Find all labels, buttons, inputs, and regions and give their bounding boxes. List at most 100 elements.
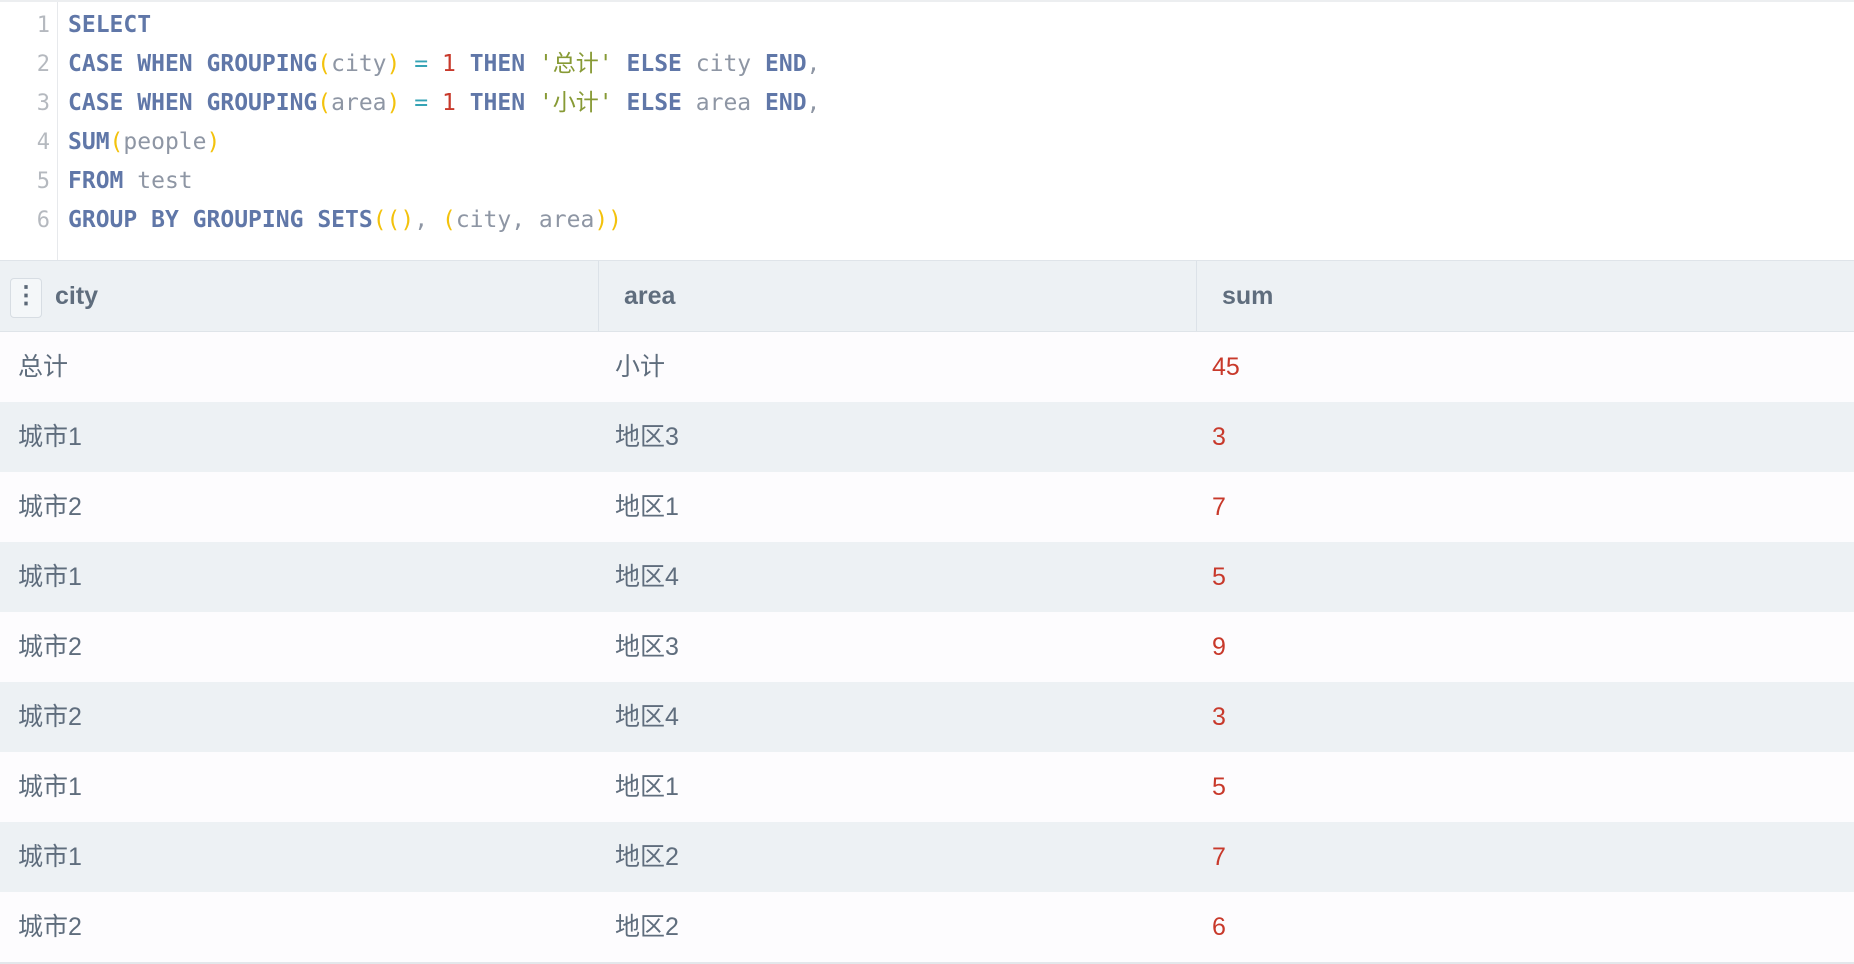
line-number-gutter: 1 2 3 4 5 6 [0,2,58,260]
code-line[interactable]: CASE WHEN GROUPING(city) = 1 THEN '总计' E… [68,45,820,84]
cell-area: 地区4 [615,703,679,731]
sql-token-punct: , [806,90,821,116]
table-row[interactable]: 城市2 地区4 3 [0,682,1854,752]
line-number: 2 [36,52,50,77]
sql-token-punct [179,207,193,233]
cell-city: 城市1 [18,563,82,591]
sql-token-punct [682,90,696,116]
sql-token-punct [525,90,539,116]
sql-token-num: 1 [441,51,456,77]
table-row[interactable]: 城市1 地区4 5 [0,542,1854,612]
sql-token-op: = [414,90,429,116]
cell-sum: 7 [1212,843,1226,871]
table-row[interactable]: 城市2 地区2 6 [0,892,1854,962]
cell-area: 地区2 [615,913,679,941]
table-row[interactable]: 城市1 地区2 7 [0,822,1854,892]
sql-token-kw: GROUPING [206,90,318,116]
sql-token-punct [123,90,137,116]
sql-token-kw: FROM [68,168,124,194]
sql-token-paren: (( [372,207,401,233]
column-divider[interactable] [1196,261,1197,331]
cell-city: 城市1 [18,423,82,451]
sql-token-kw: BY [151,207,179,233]
sql-token-punct [193,51,207,77]
cell-area: 地区4 [615,563,679,591]
table-row[interactable]: 城市1 地区3 3 [0,402,1854,472]
table-row[interactable]: 总计 小计 45 [0,332,1854,402]
sql-token-punct [751,90,765,116]
sql-token-punct: , [414,207,442,233]
line-number: 5 [36,169,50,194]
column-header-sum[interactable]: sum [1222,261,1273,331]
sql-token-kw: SUM [68,129,110,155]
column-header-area[interactable]: area [624,261,675,331]
sql-token-paren: ( [109,129,124,155]
sql-token-punct: , [511,207,539,233]
sql-token-id: test [137,168,193,194]
sql-token-kw: CASE [68,51,124,77]
sql-token-op: = [414,51,429,77]
sql-token-punct [456,90,470,116]
table-row[interactable]: 城市1 地区1 5 [0,752,1854,822]
sql-token-punct [193,90,207,116]
column-menu-icon[interactable]: ⋮ [10,278,42,318]
sql-token-kw: WHEN [137,51,193,77]
line-number: 1 [36,13,50,38]
sql-token-punct [682,51,696,77]
cell-city: 城市2 [18,493,82,521]
cell-sum: 3 [1212,703,1226,731]
sql-token-id: city [695,51,752,77]
sql-token-num: 1 [441,90,456,116]
cell-city: 城市2 [18,913,82,941]
column-divider[interactable] [598,261,599,331]
cell-city: 城市1 [18,843,82,871]
code-line[interactable]: FROM test [68,162,193,201]
sql-token-punct [456,51,470,77]
sql-token-id: area [695,90,752,116]
sql-token-punct [613,51,627,77]
sql-token-kw: GROUPING [206,51,318,77]
sql-token-paren: ( [317,90,332,116]
sql-token-punct [123,168,137,194]
cell-sum: 7 [1212,493,1226,521]
cell-sum: 6 [1212,913,1226,941]
sql-token-kw: SELECT [68,12,152,38]
cell-area: 地区1 [615,493,679,521]
sql-editor[interactable]: 1 2 3 4 5 6 SELECT CASE WHEN GROUPING(ci… [0,0,1854,260]
sql-token-punct [428,51,442,77]
sql-token-id: city [455,207,512,233]
sql-token-id: area [331,90,387,116]
sql-token-paren: ) [386,90,401,116]
sql-token-id: city [331,51,387,77]
sql-token-punct [400,51,414,77]
sql-token-str: '总计' [538,51,613,77]
sql-token-punct [303,207,317,233]
sql-token-kw: GROUPING [192,207,304,233]
sql-token-kw: END [765,51,807,77]
cell-city: 总计 [18,353,69,381]
grid-header: ⋮ city area sum [0,260,1854,332]
code-line[interactable]: CASE WHEN GROUPING(area) = 1 THEN '小计' E… [68,84,820,123]
cell-area: 地区3 [615,423,679,451]
line-number: 4 [36,130,50,155]
line-number: 3 [36,91,50,116]
cell-area: 地区3 [615,633,679,661]
sql-token-str: '小计' [538,90,613,116]
cell-sum: 5 [1212,773,1226,801]
code-line[interactable]: SELECT [68,6,151,45]
cell-sum: 45 [1212,353,1240,381]
table-row[interactable]: 城市2 地区1 7 [0,472,1854,542]
code-line[interactable]: GROUP BY GROUPING SETS((), (city, area)) [68,201,622,240]
sql-token-punct [428,90,442,116]
cell-city: 城市2 [18,633,82,661]
cell-sum: 3 [1212,423,1226,451]
cell-sum: 5 [1212,563,1226,591]
sql-token-punct: , [806,51,821,77]
column-header-city[interactable]: city [55,261,98,331]
sql-token-kw: CASE [68,90,124,116]
sql-token-kw: ELSE [626,90,682,116]
sql-token-punct [613,90,627,116]
code-line[interactable]: SUM(people) [68,123,220,162]
sql-token-paren: )) [594,207,623,233]
table-row[interactable]: 城市2 地区3 9 [0,612,1854,682]
